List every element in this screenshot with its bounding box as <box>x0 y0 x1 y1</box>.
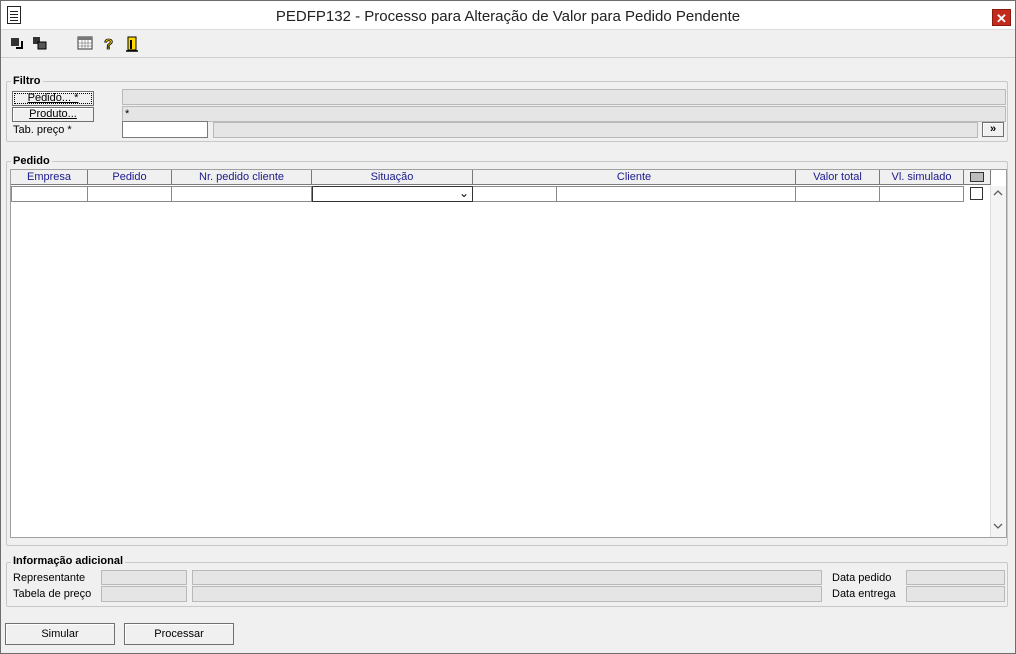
pedido-title: Pedido <box>11 155 52 167</box>
cell-pedido[interactable] <box>88 186 172 202</box>
data-entrega-label: Data entrega <box>832 588 896 600</box>
cell-situacao-select[interactable]: ⌄ <box>312 186 473 202</box>
cell-nr-pedido-cliente[interactable] <box>172 186 312 202</box>
simular-button-label: Simular <box>41 628 79 640</box>
title-bar: PEDFP132 - Processo para Alteração de Va… <box>1 1 1015 30</box>
data-pedido-label: Data pedido <box>832 572 892 584</box>
copy-icon[interactable] <box>31 36 47 52</box>
column-header-situacao[interactable]: Situação <box>312 170 473 185</box>
data-pedido-field <box>906 570 1005 585</box>
scroll-up-icon[interactable] <box>990 188 1006 202</box>
representante-label: Representante <box>13 572 86 584</box>
column-header-empresa[interactable]: Empresa <box>11 170 88 185</box>
close-button[interactable]: ✕ <box>992 9 1011 26</box>
arrow-in-icon[interactable] <box>9 36 25 52</box>
tab-preco-input[interactable] <box>122 121 208 138</box>
exit-icon[interactable] <box>124 36 140 52</box>
filtro-title: Filtro <box>11 75 43 87</box>
tabela-preco-name-field <box>192 586 822 602</box>
cell-empresa[interactable] <box>11 186 88 202</box>
tabela-preco-code-field <box>101 586 187 602</box>
cell-cliente-name[interactable] <box>557 186 796 202</box>
select-all-toggle[interactable] <box>970 172 984 182</box>
cell-valor-total[interactable] <box>796 186 880 202</box>
pedido-button[interactable]: Pedido... * <box>12 91 94 106</box>
cell-vl-simulado[interactable] <box>880 186 964 202</box>
row-checkbox[interactable] <box>970 187 983 200</box>
grid-scrollbar[interactable] <box>990 186 1006 537</box>
pedido-button-label: Pedido... * <box>27 92 79 104</box>
cell-cliente-code[interactable] <box>473 186 557 202</box>
data-entrega-field <box>906 586 1005 602</box>
processar-button-label: Processar <box>154 628 204 640</box>
column-header-vl-simulado[interactable]: Vl. simulado <box>880 170 964 185</box>
representante-name-field <box>192 570 822 585</box>
chevron-down-icon: ⌄ <box>458 186 469 200</box>
tab-preco-label: Tab. preço * <box>13 124 72 136</box>
tab-preco-description <box>213 122 978 138</box>
simular-button[interactable]: Simular <box>5 623 115 645</box>
svg-text:?: ? <box>104 36 113 52</box>
produto-button-label: Produto... <box>29 108 77 120</box>
pedido-grid[interactable] <box>10 169 1007 538</box>
tabela-preco-label: Tabela de preço <box>13 588 92 600</box>
info-title: Informação adicional <box>11 555 126 567</box>
toolbar-separator <box>1 57 1015 58</box>
produto-filter-field: * <box>122 106 1006 122</box>
column-header-cliente[interactable]: Cliente <box>473 170 796 185</box>
column-header-nr-pedido-cliente[interactable]: Nr. pedido cliente <box>172 170 312 185</box>
scroll-down-icon[interactable] <box>990 521 1006 535</box>
processar-button[interactable]: Processar <box>124 623 234 645</box>
pedido-filter-field <box>122 89 1006 105</box>
column-header-valor-total[interactable]: Valor total <box>796 170 880 185</box>
produto-button[interactable]: Produto... <box>12 107 94 122</box>
help-icon[interactable]: ? <box>101 36 117 54</box>
representante-code-field <box>101 570 187 585</box>
window-title: PEDFP132 - Processo para Alteração de Va… <box>275 8 741 25</box>
column-header-pedido[interactable]: Pedido <box>88 170 172 185</box>
calendar-icon[interactable] <box>77 36 93 52</box>
tab-preco-expand-button[interactable]: » <box>982 122 1004 137</box>
